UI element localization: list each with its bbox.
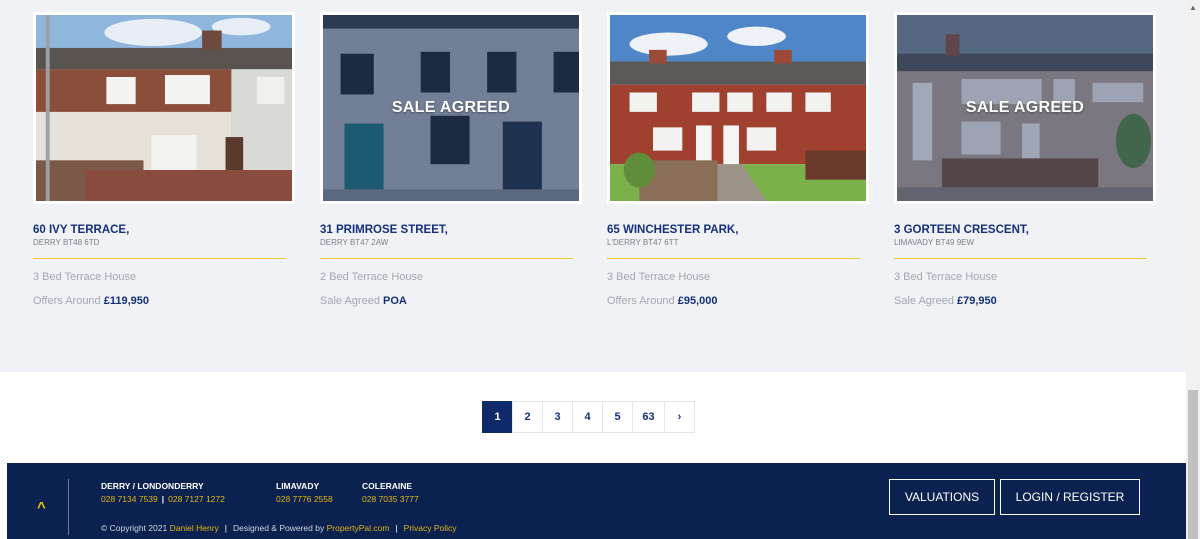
price-value: POA (383, 295, 407, 307)
property-price-line: Sale Agreed £79,950 (894, 295, 997, 307)
footer-separator: | (224, 523, 228, 533)
property-photo[interactable] (607, 12, 869, 204)
property-type: 3 Bed Terrace House (33, 271, 137, 283)
pagination: 1 2 3 4 5 63 › (482, 401, 695, 433)
listings-section: 60 IVY TERRACE, DERRY BT48 6TD 3 Bed Ter… (0, 0, 1186, 372)
card-divider (894, 258, 1147, 259)
property-price-line: Sale Agreed POA (320, 295, 407, 307)
privacy-policy-link[interactable]: Privacy Policy (404, 523, 457, 533)
phone-separator: | (161, 494, 165, 504)
footer-divider (68, 479, 69, 535)
phone-link[interactable]: 028 7776 2558 (276, 494, 333, 504)
copyright-line: © Copyright 2021 Daniel Henry | Designed &… (101, 523, 457, 533)
sale-agreed-badge: SALE AGREED (391, 99, 511, 116)
property-photo[interactable]: SALE AGREED (320, 12, 582, 204)
property-photo[interactable]: SALE AGREED (894, 12, 1156, 204)
page-button-3[interactable]: 3 (542, 401, 573, 433)
property-town: DERRY BT48 6TD (33, 238, 100, 247)
office-phones: 028 7035 3777 (362, 494, 419, 504)
property-type: 3 Bed Terrace House (894, 271, 998, 283)
office-limavady: LIMAVADY 028 7776 2558 (276, 481, 333, 504)
card-divider (320, 258, 573, 259)
office-name: LIMAVADY (276, 481, 320, 491)
property-address[interactable]: 31 PRIMROSE STREET, (320, 224, 448, 236)
property-card[interactable]: SALE AGREED 31 PRIMROSE STREET, DERRY BT… (314, 0, 587, 320)
property-price-line: Offers Around £119,950 (33, 295, 149, 307)
price-label: Offers Around (607, 295, 675, 307)
phone-link[interactable]: 028 7127 1272 (168, 494, 225, 504)
property-address[interactable]: 3 GORTEEN CRESCENT, (894, 224, 1029, 236)
price-value: £119,950 (103, 295, 150, 307)
designer-link[interactable]: PropertyPal.com (327, 523, 390, 533)
property-town: LIMAVADY BT49 9EW (894, 238, 975, 247)
property-type: 2 Bed Terrace House (320, 271, 424, 283)
property-card[interactable]: 65 WINCHESTER PARK, L'DERRY BT47 6TT 3 B… (601, 0, 874, 320)
property-address[interactable]: 60 IVY TERRACE, (33, 224, 129, 236)
office-phones: 028 7134 7539 | 028 7127 1272 (101, 494, 225, 504)
page-button-1[interactable]: 1 (482, 401, 513, 433)
phone-link[interactable]: 028 7035 3777 (362, 494, 419, 504)
scrollbar-thumb[interactable] (1188, 390, 1198, 539)
chevron-right-icon[interactable]: › (664, 401, 695, 433)
company-link[interactable]: Daniel Henry (170, 523, 219, 533)
office-name: COLERAINE (362, 481, 413, 491)
property-price-line: Offers Around £95,000 (607, 295, 718, 307)
price-value: £79,950 (957, 295, 997, 307)
page-button-63[interactable]: 63 (632, 401, 665, 433)
price-label: Sale Agreed (320, 295, 380, 307)
triangle-up-icon[interactable]: ▲ (1186, 0, 1200, 16)
property-photo[interactable] (33, 12, 295, 204)
card-divider (607, 258, 860, 259)
property-address[interactable]: 65 WINCHESTER PARK, (607, 224, 738, 236)
phone-link[interactable]: 028 7134 7539 (101, 494, 158, 504)
login-register-button[interactable]: LOGIN / REGISTER (1000, 479, 1140, 515)
page-button-2[interactable]: 2 (512, 401, 543, 433)
property-card[interactable]: 60 IVY TERRACE, DERRY BT48 6TD 3 Bed Ter… (27, 0, 300, 320)
price-label: Sale Agreed (894, 295, 954, 307)
property-town: DERRY BT47 2AW (320, 238, 389, 247)
copyright-text: © Copyright 2021 (101, 523, 168, 533)
footer-separator: | (395, 523, 398, 533)
page-button-4[interactable]: 4 (572, 401, 603, 433)
office-coleraine: COLERAINE 028 7035 3777 (362, 481, 419, 504)
card-divider (33, 258, 286, 259)
property-type: 3 Bed Terrace House (607, 271, 711, 283)
office-derry: DERRY / LONDONDERRY 028 7134 7539 | 028 71… (101, 481, 225, 504)
price-value: £95,000 (677, 295, 718, 307)
property-town: L'DERRY BT47 6TT (607, 238, 679, 247)
valuations-button[interactable]: VALUATIONS (889, 479, 995, 515)
page-button-5[interactable]: 5 (602, 401, 633, 433)
designed-by-text: Designed & Powered by (233, 523, 325, 533)
price-label: Offers Around (33, 295, 101, 307)
chevron-up-icon[interactable]: ^ (37, 499, 46, 516)
site-footer: ^ DERRY / LONDONDERRY 028 7134 7539 | 028 … (7, 463, 1186, 539)
sale-agreed-badge: SALE AGREED (965, 99, 1085, 116)
property-card[interactable]: SALE AGREED 3 GORTEEN CRESCENT, LIMAVADY… (888, 0, 1161, 320)
office-phones: 028 7776 2558 (276, 494, 333, 504)
office-name: DERRY / LONDONDERRY (101, 481, 204, 491)
